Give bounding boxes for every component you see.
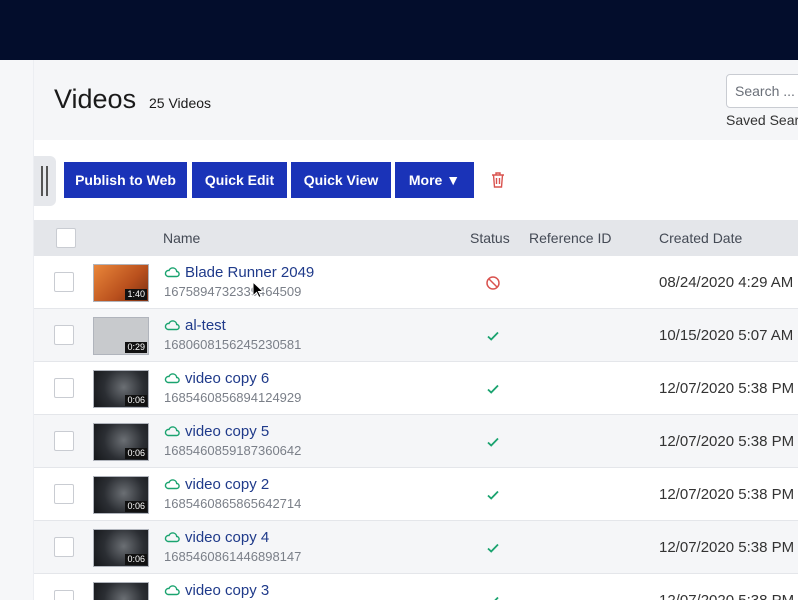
created-date: 12/07/2020 5:38 PM — [659, 380, 795, 397]
duration-badge: 0:06 — [125, 448, 147, 459]
cloud-icon — [164, 585, 180, 596]
video-thumbnail[interactable]: 1:40 — [93, 264, 149, 302]
table-row[interactable]: 0:06 video copy 6 1685460856894124929 12/07… — [34, 362, 798, 415]
cloud-icon — [164, 532, 180, 543]
created-date: 12/07/2020 5:38 PM — [659, 433, 795, 450]
video-id: 1685460861446898147 — [164, 549, 302, 564]
column-status[interactable]: Status — [470, 230, 510, 246]
video-thumbnail[interactable]: 0:29 — [93, 317, 149, 355]
row-checkbox[interactable] — [54, 537, 74, 557]
video-id: 1685460859187360642 — [164, 443, 302, 458]
check-icon — [487, 543, 499, 553]
left-rail — [0, 60, 34, 600]
column-created-date[interactable]: Created Date — [659, 230, 742, 246]
check-icon — [494, 596, 499, 600]
video-id: 1680608156245230581 — [164, 337, 302, 352]
created-date: 12/07/2020 5:38 PM — [659, 486, 795, 503]
page-header: Videos 25 Videos Saved Searches — [34, 60, 798, 140]
table-row[interactable]: 0:06 video copy 2 1685460865865642714 12/07… — [34, 468, 798, 521]
duration-badge: 0:06 — [125, 395, 147, 406]
duration-badge: 0:06 — [125, 554, 147, 565]
check-icon — [487, 437, 499, 447]
row-checkbox[interactable] — [54, 484, 74, 504]
cloud-icon — [164, 320, 180, 331]
cloud-icon — [164, 373, 180, 384]
video-id: 1675894732339464509 — [164, 284, 302, 299]
saved-searches-link[interactable]: Saved Searches — [726, 112, 798, 128]
video-thumbnail[interactable]: 0:06 — [93, 423, 149, 461]
created-date: 12/07/2020 5:38 PM — [659, 592, 794, 600]
column-reference-id[interactable]: Reference ID — [529, 230, 611, 246]
video-thumbnail[interactable]: 0:06 — [93, 529, 149, 567]
select-all-checkbox[interactable] — [56, 228, 76, 248]
check-icon — [487, 384, 499, 394]
row-checkbox[interactable] — [54, 272, 74, 292]
table-row[interactable]: 0:06 video copy 3 12/07/2020 5:38 PM — [34, 574, 798, 600]
check-icon — [487, 490, 499, 500]
table-row[interactable]: 0:06 video copy 4 1685460861446898147 12/07… — [34, 521, 798, 574]
toolbar: Publish to Web Quick Edit Quick View Mor… — [34, 140, 798, 220]
created-date: 08/24/2020 4:29 AM — [659, 274, 794, 291]
video-name-link[interactable]: video copy 4 — [185, 529, 269, 546]
check-icon — [487, 331, 499, 341]
more-dropdown-button[interactable]: More ▼ — [395, 162, 474, 198]
table-row[interactable]: 0:29 al-test 1680608156245230581 10/15/2020… — [34, 309, 798, 362]
row-checkbox[interactable] — [54, 378, 74, 398]
duration-badge: 0:29 — [125, 342, 147, 353]
search-input[interactable] — [726, 74, 798, 108]
row-checkbox[interactable] — [54, 590, 74, 600]
publish-to-web-button[interactable]: Publish to Web — [64, 162, 187, 198]
row-checkbox[interactable] — [54, 325, 74, 345]
column-name[interactable]: Name — [163, 230, 200, 246]
video-thumbnail[interactable]: 0:06 — [93, 582, 149, 600]
trash-icon[interactable] — [490, 171, 506, 189]
video-id: 1685460865865642714 — [164, 496, 302, 511]
mouse-cursor-icon — [252, 281, 264, 299]
cloud-icon — [164, 426, 180, 437]
main-content: Videos 25 Videos Saved Searches Publish … — [34, 60, 798, 600]
top-nav-bar — [0, 0, 798, 60]
panel-drag-handle[interactable] — [34, 156, 56, 206]
table-row[interactable]: 0:06 video copy 5 1685460859187360642 12/07… — [34, 415, 798, 468]
page-title: Videos — [54, 84, 137, 114]
video-name-link[interactable]: video copy 5 — [185, 423, 269, 440]
cloud-icon — [164, 479, 180, 490]
video-name-link[interactable]: video copy 2 — [185, 476, 269, 493]
cloud-icon — [164, 267, 180, 278]
duration-badge: 0:06 — [125, 501, 147, 512]
quick-view-button[interactable]: Quick View — [291, 162, 391, 198]
row-checkbox[interactable] — [54, 431, 74, 451]
video-name-link[interactable]: al-test — [185, 317, 226, 334]
video-count: 25 Videos — [149, 95, 212, 111]
video-thumbnail[interactable]: 0:06 — [93, 476, 149, 514]
video-thumbnail[interactable]: 0:06 — [93, 370, 149, 408]
quick-edit-button[interactable]: Quick Edit — [192, 162, 287, 198]
table-header: Name Status Reference ID Created Date — [34, 220, 798, 256]
duration-badge: 1:40 — [125, 289, 147, 300]
table-row[interactable]: 1:40 Blade Runner 2049 1675894732339464509… — [34, 256, 798, 309]
video-name-link[interactable]: video copy 6 — [185, 370, 269, 387]
video-name-link[interactable]: Blade Runner 2049 — [185, 264, 314, 281]
created-date: 10/15/2020 5:07 AM — [659, 327, 794, 344]
created-date: 12/07/2020 5:38 PM — [659, 539, 795, 556]
blocked-icon — [486, 276, 500, 290]
video-id: 1685460856894124929 — [164, 390, 302, 405]
video-name-link[interactable]: video copy 3 — [185, 582, 269, 599]
